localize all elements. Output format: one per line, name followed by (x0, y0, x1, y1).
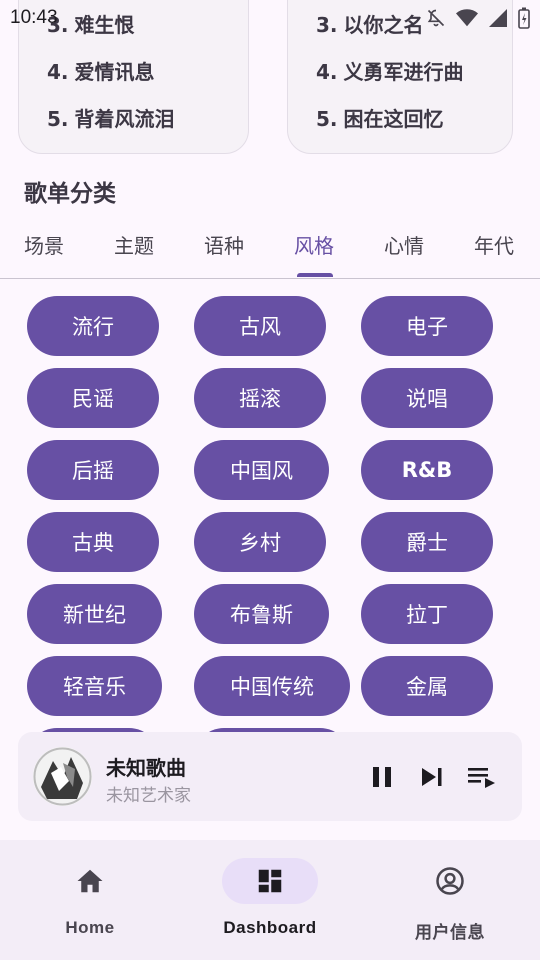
rank-item[interactable]: 4. 义勇军进行曲 (316, 56, 464, 85)
genre-chip[interactable]: 新世纪 (27, 584, 162, 644)
mini-player[interactable]: 未知歌曲 未知艺术家 (18, 732, 522, 821)
status-bar: 10:43 (0, 0, 540, 36)
nav-dashboard[interactable]: Dashboard (180, 840, 360, 960)
genre-chip[interactable]: 说唱 (361, 368, 493, 428)
bottom-navigation: Home Dashboard 用户信息 (0, 840, 540, 960)
tab-language[interactable]: 语种 (204, 230, 244, 259)
genre-chip[interactable]: 金属 (361, 656, 493, 716)
status-time: 10:43 (10, 7, 58, 28)
battery-icon (518, 7, 530, 29)
nav-label: Dashboard (223, 918, 317, 937)
nav-label: 用户信息 (415, 923, 485, 942)
genre-chip[interactable]: 电子 (361, 296, 493, 356)
album-cover[interactable] (33, 747, 92, 806)
rank-item[interactable]: 4. 爱情讯息 (47, 56, 155, 85)
queue-music-icon (468, 768, 495, 788)
song-artist: 未知艺术家 (106, 786, 191, 806)
status-icons (426, 7, 530, 29)
genre-chip[interactable]: 轻音乐 (27, 656, 162, 716)
nav-user-info[interactable]: 用户信息 (360, 840, 540, 960)
tab-theme[interactable]: 主题 (114, 230, 154, 259)
skip-next-icon (422, 768, 442, 786)
account-circle-icon (436, 867, 464, 895)
nav-label: Home (65, 918, 115, 937)
genre-chip[interactable]: 中国风 (194, 440, 329, 500)
genre-chip-grid: 流行 古风 电子 民谣 摇滚 说唱 后摇 中国风 R&B 古典 乡村 爵士 新世… (0, 280, 540, 732)
genre-chip[interactable]: R&B (361, 440, 493, 500)
genre-chip[interactable]: 乡村 (194, 512, 326, 572)
dashboard-icon (258, 869, 282, 893)
queue-button[interactable] (467, 762, 497, 792)
pause-icon (373, 767, 391, 787)
genre-chip[interactable]: 中国传统 (194, 656, 350, 716)
category-tabs: 场景 主题 语种 风格 心情 年代 (0, 222, 540, 279)
tab-style[interactable]: 风格 (294, 230, 334, 259)
genre-chip[interactable]: 民谣 (27, 368, 159, 428)
rank-item[interactable]: 5. 困在这回忆 (316, 103, 444, 132)
signal-icon (488, 8, 508, 28)
tab-scene[interactable]: 场景 (24, 230, 64, 259)
mute-icon (426, 8, 446, 28)
next-button[interactable] (417, 762, 447, 792)
pause-button[interactable] (367, 762, 397, 792)
rank-item[interactable]: 5. 背着风流泪 (47, 103, 175, 132)
nav-home[interactable]: Home (0, 840, 180, 960)
genre-chip[interactable]: 流行 (27, 296, 159, 356)
album-art-image (33, 747, 92, 806)
genre-chip[interactable]: 古典 (27, 512, 159, 572)
genre-chip[interactable]: 后摇 (27, 440, 159, 500)
genre-chip[interactable]: 摇滚 (194, 368, 326, 428)
wifi-icon (456, 8, 478, 28)
home-icon (77, 869, 103, 893)
genre-chip[interactable]: 拉丁 (361, 584, 493, 644)
genre-chip[interactable]: 古风 (194, 296, 326, 356)
genre-chip[interactable]: 布鲁斯 (194, 584, 329, 644)
section-title: 歌单分类 (24, 181, 116, 207)
tab-era[interactable]: 年代 (474, 230, 514, 259)
song-title: 未知歌曲 (106, 756, 186, 780)
tab-indicator (297, 273, 333, 277)
genre-chip[interactable]: 爵士 (361, 512, 493, 572)
tab-mood[interactable]: 心情 (384, 230, 424, 259)
